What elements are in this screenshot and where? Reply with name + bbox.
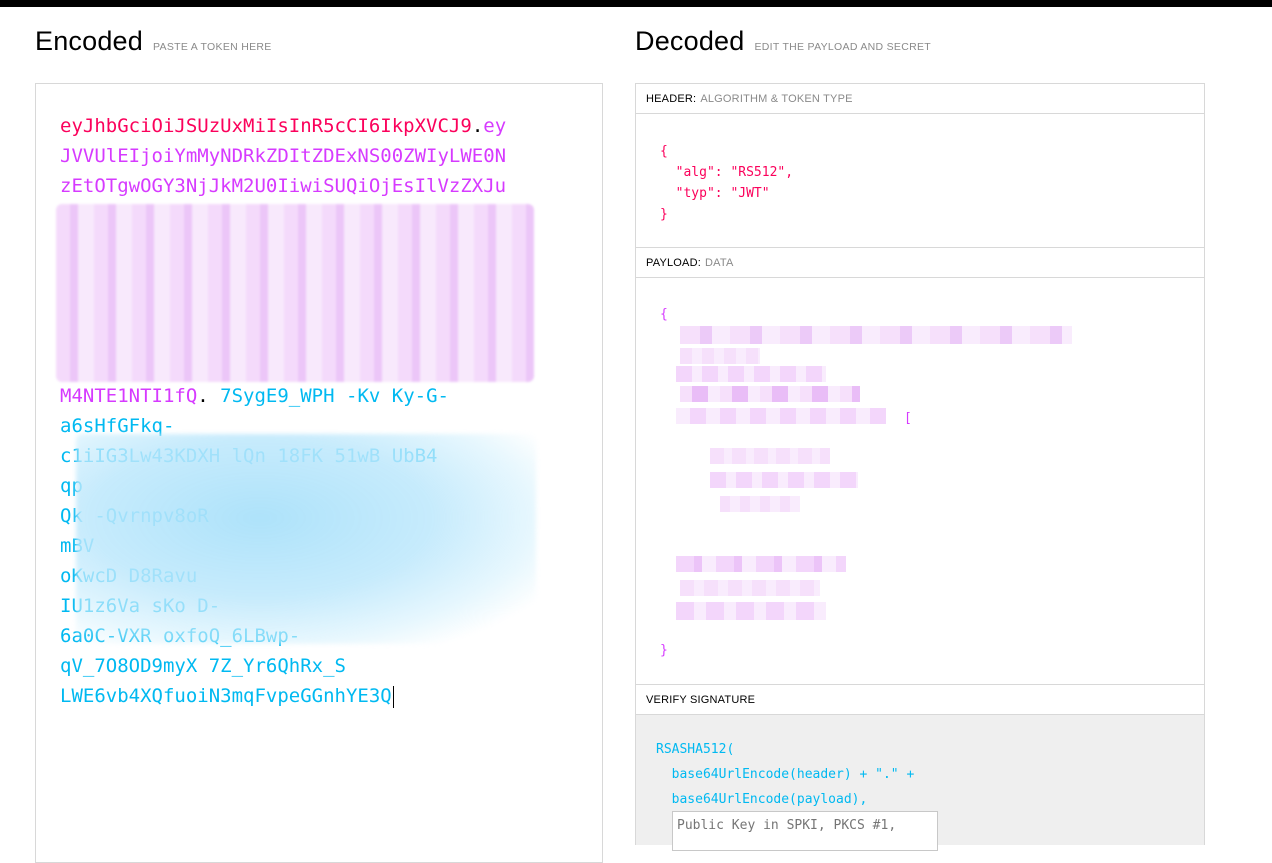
redacted-payload-line (680, 580, 820, 596)
redacted-payload-line (710, 448, 830, 464)
top-bar (0, 0, 1272, 7)
header-label: HEADER: (646, 92, 697, 105)
token-payload-part: M4NTE1NTI1fQ (60, 385, 198, 407)
token-signature-part: LWE6vb4XQfuoiN3mqFvpeGGnhYE3Q (60, 685, 392, 707)
redacted-payload-line (680, 348, 760, 364)
verify-code-line: base64UrlEncode(payload), (656, 792, 868, 807)
verify-code: RSASHA512( base64UrlEncode(header) + "."… (656, 737, 914, 812)
verify-code-line: base64UrlEncode(header) + "." + (656, 767, 915, 782)
verify-signature-body: RSASHA512( base64UrlEncode(header) + "."… (635, 715, 1205, 851)
token-line: JVVUlEIjoiYmMyNDRkZDItZDExNS00ZWIyLWE0N (60, 141, 530, 171)
verify-code-line: RSASHA512( (656, 742, 735, 757)
payload-label: PAYLOAD: (646, 256, 701, 269)
header-json-line: } (660, 207, 668, 222)
public-key-input[interactable] (672, 811, 938, 851)
token-line: zEtOTgwOGY3NjJkM2U0IiwiSUQiOjEsIlVzZXJu (60, 171, 530, 201)
header-hint: ALGORITHM & TOKEN TYPE (700, 92, 853, 105)
text-caret (392, 685, 394, 708)
decoded-subtitle: EDIT THE PAYLOAD AND SECRET (754, 41, 932, 53)
token-payload-part: ey (483, 115, 507, 137)
token-dot: . (197, 385, 209, 407)
redacted-payload-line (676, 408, 886, 424)
payload-hint: DATA (705, 256, 734, 269)
token-header-part: eyJhbGciOiJSUzUxMiIsInR5cCI6IkpXVCJ9 (60, 115, 472, 137)
verify-label: VERIFY SIGNATURE (646, 693, 756, 706)
token-line: M4NTE1NTI1fQ. 7SygE9_WPH -Kv Ky-G- (60, 381, 530, 411)
redacted-payload-line (680, 326, 1072, 344)
token-payload-part: zEtOTgwOGY3NjJkM2U0IiwiSUQiOjEsIlVzZXJu (60, 175, 507, 197)
payload-open-bracket: [ (904, 411, 912, 426)
redacted-payload-line (680, 386, 860, 402)
redacted-payload-line (676, 602, 826, 620)
token-line: eyJhbGciOiJSUzUxMiIsInR5cCI6IkpXVCJ9.ey (60, 111, 530, 141)
redacted-payload-area (56, 204, 534, 382)
token-line: qV_7O8OD9myX 7Z_Yr6QhRx_S (60, 651, 530, 681)
payload-section-title: PAYLOAD: DATA (635, 247, 1205, 278)
decoded-title: Decoded (635, 26, 745, 56)
redacted-signature-area (76, 434, 536, 644)
payload-close-brace: } (660, 643, 668, 658)
payload-open-brace: { (660, 307, 668, 322)
token-payload-part: JVVUlEIjoiYmMyNDRkZDItZDExNS00ZWIyLWE0N (60, 145, 507, 167)
header-json[interactable]: { "alg": "RS512", "typ": "JWT"} (660, 141, 793, 225)
encoded-title: Encoded (35, 26, 143, 56)
header-json-line: "alg": "RS512", (660, 165, 794, 180)
encoded-token-editor[interactable]: eyJhbGciOiJSUzUxMiIsInR5cCI6IkpXVCJ9.ey J… (35, 83, 603, 863)
decoded-heading: Decoded EDIT THE PAYLOAD AND SECRET (635, 26, 931, 57)
encoded-heading: Encoded PASTE A TOKEN HERE (35, 26, 272, 57)
token-signature-part: qV_7O8OD9myX 7Z_Yr6QhRx_S (60, 655, 346, 677)
decoded-panel: HEADER: ALGORITHM & TOKEN TYPE { "alg": … (635, 83, 1205, 851)
token-dot: . (471, 115, 484, 137)
redacted-payload-line (720, 496, 800, 512)
header-section-title: HEADER: ALGORITHM & TOKEN TYPE (635, 83, 1205, 114)
header-json-editor[interactable]: { "alg": "RS512", "typ": "JWT"} (635, 114, 1205, 247)
redacted-payload-line (676, 366, 826, 382)
token-line: LWE6vb4XQfuoiN3mqFvpeGGnhYE3Q (60, 681, 530, 711)
verify-section-title: VERIFY SIGNATURE (635, 684, 1205, 715)
encoded-subtitle: PASTE A TOKEN HERE (153, 41, 272, 53)
header-json-line: "typ": "JWT" (660, 186, 770, 201)
header-json-line: { (660, 144, 668, 159)
payload-json-editor[interactable]: { [ } (635, 278, 1205, 684)
redacted-payload-line (710, 472, 858, 488)
redacted-payload-line (676, 556, 846, 572)
token-signature-part: 7SygE9_WPH -Kv Ky-G- (208, 385, 449, 407)
